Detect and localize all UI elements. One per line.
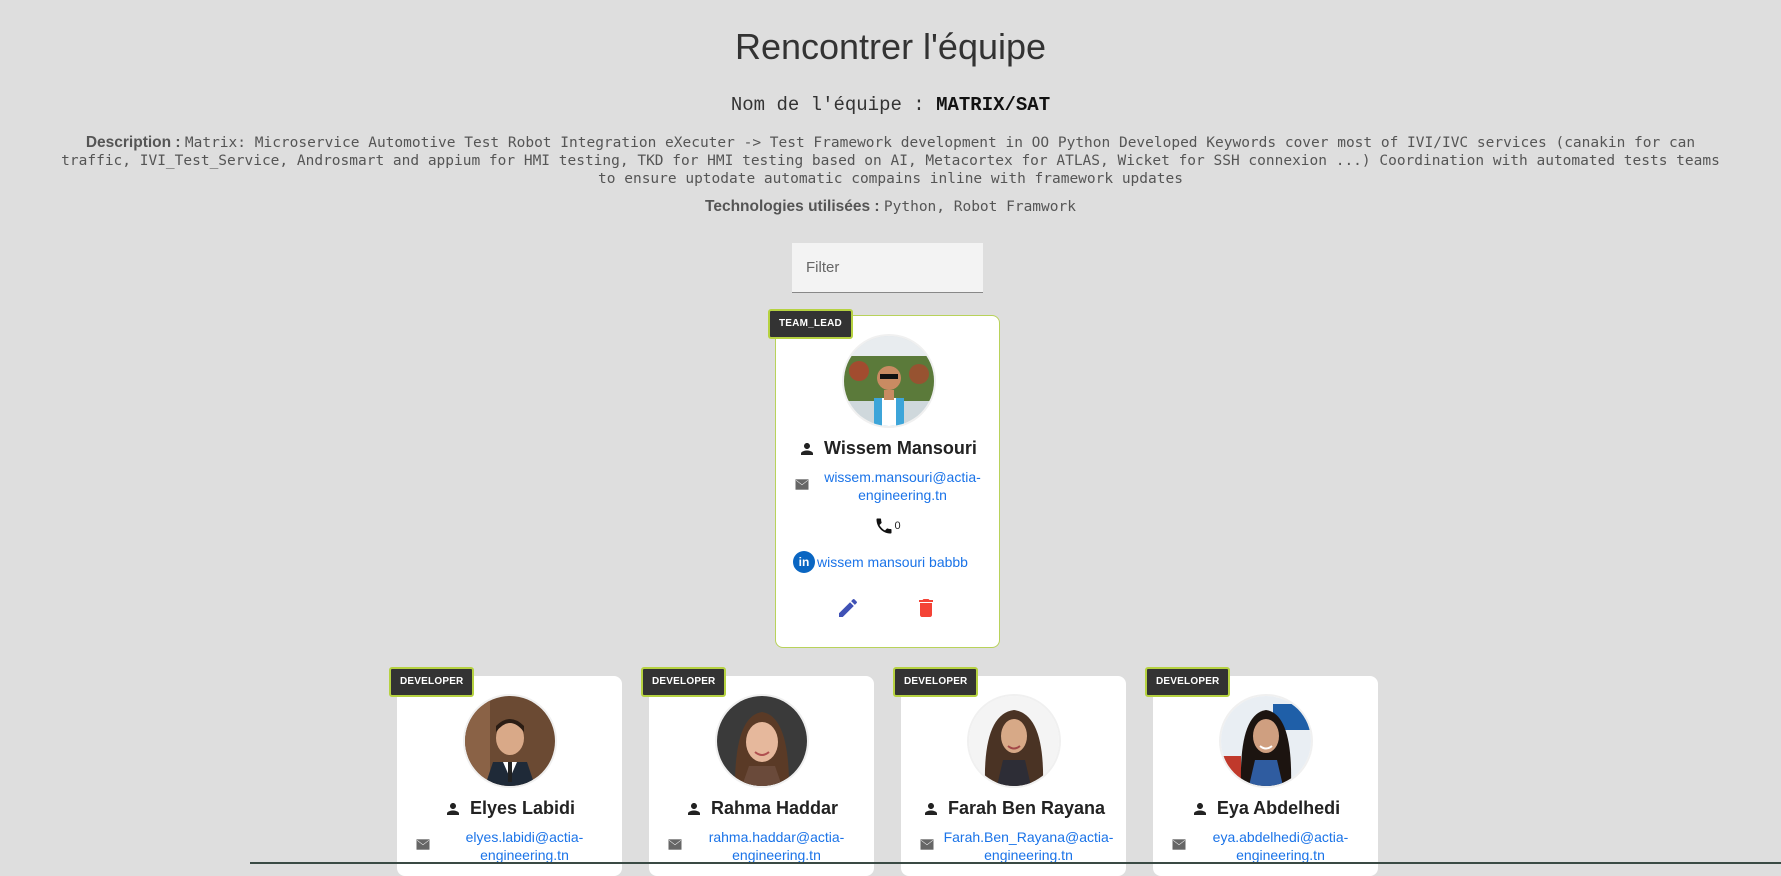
team-lead-card: TEAM_LEAD Wissem Mansouri wissem.mansour… [768, 309, 1000, 648]
description-label: Description : [85, 134, 185, 151]
person-icon [687, 802, 700, 815]
email-line-2: engineering.tn [1236, 847, 1325, 863]
role-badge: DEVELOPER [641, 667, 727, 697]
mail-icon [1172, 839, 1186, 850]
email-link[interactable]: eya.abdelhedi@actia-engineering.tn [1191, 828, 1370, 864]
member-name-row: Rahma Haddar [649, 798, 874, 819]
email-link[interactable]: rahma.haddar@actia-engineering.tn [687, 828, 866, 864]
email-line-1: wissem.mansouri@actia- [824, 469, 981, 485]
mail-icon [668, 839, 682, 850]
email-link[interactable]: elyes.labidi@actia-engineering.tn [435, 828, 614, 864]
avatar [842, 334, 936, 428]
member-name-row: Farah Ben Rayana [901, 798, 1126, 819]
phone-row: 0 [776, 516, 999, 536]
developer-card: DEVELOPER Elyes Labidi elyes.labidi@acti… [389, 667, 622, 876]
filter-input[interactable] [792, 243, 983, 292]
delete-trash-icon[interactable] [914, 596, 938, 620]
technologies-label: Technologies utilisées : [705, 198, 884, 215]
page-title: Rencontrer l'équipe [734, 26, 1047, 67]
mail-icon [795, 479, 809, 490]
member-name-row: Eya Abdelhedi [1153, 798, 1378, 819]
avatar [967, 694, 1061, 788]
filter-field[interactable] [792, 243, 983, 293]
avatar [1219, 694, 1313, 788]
email-link[interactable]: wissem.mansouri@actia-engineering.tn [814, 468, 991, 504]
email-line-2: engineering.tn [858, 487, 947, 503]
email-line-2: engineering.tn [984, 847, 1073, 863]
person-icon [924, 802, 937, 815]
member-name: Wissem Mansouri [824, 438, 977, 458]
team-label: Nom de l'équipe : [730, 94, 937, 116]
developer-card: DEVELOPER Rahma Haddar rahma.haddar@acti… [641, 667, 874, 876]
team-description: Description : Matrix: Microservice Autom… [56, 134, 1725, 188]
member-name-row: Elyes Labidi [397, 798, 622, 819]
email-line-1: rahma.haddar@actia- [708, 829, 845, 845]
email-line-2: engineering.tn [480, 847, 569, 863]
linkedin-link[interactable]: wissem mansouri babbb [817, 554, 968, 570]
member-name: Rahma Haddar [710, 798, 839, 818]
team-name: MATRIX/SAT [936, 94, 1051, 116]
team-name-line: Nom de l'équipe : MATRIX/SAT [0, 94, 1781, 116]
person-icon [446, 802, 459, 815]
avatar [463, 694, 557, 788]
email-line-1: eya.abdelhedi@actia- [1212, 829, 1349, 845]
email-link[interactable]: Farah.Ben_Rayana@actia-engineering.tn [939, 828, 1118, 864]
mail-icon [920, 839, 934, 850]
phone-number: 0 [894, 519, 901, 532]
developer-card: DEVELOPER Eya Abdelhedi eya.abdelhedi@ac… [1145, 667, 1378, 876]
person-icon [801, 442, 814, 455]
email-line-2: engineering.tn [732, 847, 821, 863]
edit-pencil-icon[interactable] [836, 596, 860, 620]
phone-icon [876, 518, 892, 534]
description-text: Matrix: Microservice Automotive Test Rob… [61, 135, 1720, 187]
role-badge: DEVELOPER [1145, 667, 1231, 697]
developer-card: DEVELOPER Farah Ben Rayana Farah.Ben_Ray… [893, 667, 1126, 876]
linkedin-row: in wissem mansouri babbb [793, 551, 968, 573]
technologies-text: Python, Robot Framwork [883, 199, 1076, 215]
email-line-1: Farah.Ben_Rayana@actia- [943, 829, 1114, 845]
email-line-1: elyes.labidi@actia- [465, 829, 584, 845]
member-name: Eya Abdelhedi [1216, 798, 1341, 818]
person-icon [1193, 802, 1206, 815]
linkedin-icon: in [793, 551, 815, 573]
role-badge: TEAM_LEAD [768, 309, 853, 339]
member-name: Elyes Labidi [469, 798, 576, 818]
member-name: Farah Ben Rayana [947, 798, 1106, 818]
avatar [715, 694, 809, 788]
technologies-line: Technologies utilisées : Python, Robot F… [0, 198, 1781, 216]
mail-icon [416, 839, 430, 850]
role-badge: DEVELOPER [389, 667, 475, 697]
member-name-row: Wissem Mansouri [776, 438, 999, 459]
role-badge: DEVELOPER [893, 667, 979, 697]
